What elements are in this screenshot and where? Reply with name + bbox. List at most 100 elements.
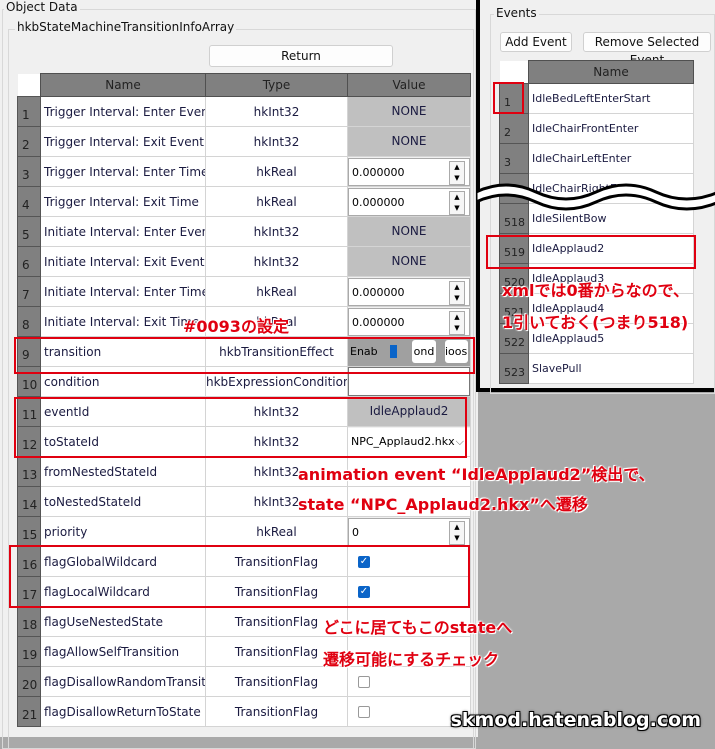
- row-number[interactable]: 3: [17, 156, 41, 187]
- object-data-title: Object Data: [4, 0, 80, 14]
- row-number[interactable]: 15: [17, 516, 41, 547]
- remove-selected-event-button[interactable]: Remove Selected Event: [583, 32, 711, 67]
- row-number[interactable]: 20: [17, 666, 41, 697]
- row-name: flagDisallowRandomTransition: [40, 666, 206, 697]
- return-button[interactable]: Return: [209, 45, 393, 67]
- row-number[interactable]: 7: [17, 276, 41, 307]
- event-row[interactable]: 1 IdleBedLeftEnterStart: [499, 83, 694, 114]
- row-value[interactable]: NONE: [347, 216, 471, 247]
- row-name: Trigger Interval: Exit Time: [40, 186, 206, 217]
- transition-array-title: hkbStateMachineTransitionInfoArray: [15, 20, 237, 34]
- row-name: Initiate Interval: Exit Event Id: [40, 246, 206, 277]
- annotation-setting: #0093の設定: [183, 317, 289, 336]
- row-name: flagDisallowReturnToState: [40, 696, 206, 727]
- annotation-state-transition: state “NPC_Applaud2.hkx”へ遷移: [298, 495, 588, 514]
- value-display[interactable]: NONE: [348, 97, 470, 126]
- value-spinbox[interactable]: 0.000000 ▲ ▼: [348, 277, 470, 306]
- event-number[interactable]: 2: [499, 113, 529, 144]
- table-row[interactable]: 3 Trigger Interval: Enter Time hkReal 0.000…: [17, 156, 471, 187]
- row-type: hkReal: [205, 516, 348, 547]
- checkbox-unchecked[interactable]: [358, 706, 370, 718]
- row-type: hkInt32: [205, 126, 348, 157]
- annotation-xml-zero: xmlでは0番からなので、: [502, 281, 689, 300]
- column-header-value[interactable]: Value: [347, 73, 471, 97]
- value-display[interactable]: NONE: [348, 217, 470, 246]
- row-value[interactable]: 0.000000 ▲ ▼: [347, 276, 471, 307]
- value-text: 0.000000: [352, 285, 405, 299]
- column-header-type[interactable]: Type: [205, 73, 348, 97]
- row-type: hkInt32: [205, 96, 348, 127]
- event-row[interactable]: 3 IdleChairLeftEnter: [499, 143, 694, 174]
- event-name[interactable]: IdleChairFrontEnter: [528, 113, 694, 144]
- column-header-name[interactable]: Name: [528, 60, 694, 84]
- row-name: Trigger Interval: Exit Event Id: [40, 126, 206, 157]
- row-name: Initiate Interval: Enter Time: [40, 276, 206, 307]
- event-number[interactable]: 523: [499, 353, 529, 384]
- table-row[interactable]: 20flagDisallowRandomTransitionTransition…: [17, 666, 471, 697]
- value-text: 0: [352, 525, 359, 539]
- value-spinbox[interactable]: 0 ▲ ▼: [348, 517, 470, 546]
- row-number[interactable]: 14: [17, 486, 41, 517]
- row-number[interactable]: 1: [17, 96, 41, 127]
- event-name[interactable]: IdleChairLeftEnter: [528, 143, 694, 174]
- row-number[interactable]: 13: [17, 456, 41, 487]
- table-row[interactable]: 2 Trigger Interval: Exit Event Id hkInt32 N…: [17, 126, 471, 157]
- annotation-event-detect: animation event “IdleApplaud2”検出で、: [298, 465, 655, 484]
- spin-arrows-icon[interactable]: ▲ ▼: [449, 160, 465, 185]
- row-value[interactable]: NONE: [347, 126, 471, 157]
- row-value[interactable]: 0 ▲ ▼: [347, 516, 471, 547]
- spin-arrows-icon[interactable]: ▲ ▼: [449, 310, 465, 335]
- table-row[interactable]: 5Initiate Interval: Enter Event IdhkInt3…: [17, 216, 471, 247]
- row-name: Initiate Interval: Exit Time: [40, 306, 206, 337]
- spin-arrows-icon[interactable]: ▲ ▼: [449, 190, 465, 215]
- events-panel: Events Add Event Remove Selected Event N…: [476, 0, 715, 394]
- row-value[interactable]: [347, 666, 471, 697]
- row-value[interactable]: 0.000000 ▲ ▼: [347, 186, 471, 217]
- row-number[interactable]: 18: [17, 606, 41, 637]
- row-number[interactable]: 19: [17, 636, 41, 667]
- row-type: hkInt32: [205, 216, 348, 247]
- table-row[interactable]: 4 Trigger Interval: Exit Time hkReal 0.0000…: [17, 186, 471, 217]
- table-row[interactable]: 21 flagDisallowReturnToState TransitionFla…: [17, 696, 471, 727]
- value-display[interactable]: NONE: [348, 127, 470, 156]
- table-row[interactable]: 15 priority hkReal 0 ▲ ▼: [17, 516, 471, 547]
- row-name: fromNestedStateId: [40, 456, 206, 487]
- row-number[interactable]: 21: [17, 696, 41, 727]
- highlight-event-519: [486, 235, 696, 269]
- row-type: TransitionFlag: [205, 696, 348, 727]
- value-spinbox[interactable]: 0.000000 ▲ ▼: [348, 187, 470, 216]
- spin-arrows-icon[interactable]: ▲ ▼: [449, 520, 465, 545]
- row-number[interactable]: 2: [17, 126, 41, 157]
- row-value[interactable]: NONE: [347, 96, 471, 127]
- event-number[interactable]: 3: [499, 143, 529, 174]
- event-name[interactable]: SlavePull: [528, 353, 694, 384]
- break-wave-icon: [476, 183, 715, 211]
- table-row[interactable]: 7 Initiate Interval: Enter Time hkReal 0.00…: [17, 276, 471, 307]
- row-number[interactable]: 5: [17, 216, 41, 247]
- value-text: 0.000000: [352, 165, 405, 179]
- row-value[interactable]: 0.000000 ▲ ▼: [347, 156, 471, 187]
- value-spinbox[interactable]: 0.000000 ▲ ▼: [348, 307, 470, 336]
- value-spinbox[interactable]: 0.000000 ▲ ▼: [348, 157, 470, 186]
- column-header-name[interactable]: Name: [40, 73, 206, 97]
- row-number[interactable]: 8: [17, 306, 41, 337]
- value-display[interactable]: NONE: [348, 247, 470, 276]
- row-value[interactable]: 0.000000 ▲ ▼: [347, 306, 471, 337]
- annotation-check: 遷移可能にするチェック: [323, 650, 500, 669]
- spin-arrows-icon[interactable]: ▲ ▼: [449, 280, 465, 305]
- corner-cell: [17, 73, 41, 97]
- event-row[interactable]: 523 SlavePull: [499, 353, 694, 384]
- add-event-button[interactable]: Add Event: [500, 32, 572, 52]
- highlight-event-state: [14, 397, 467, 458]
- row-name: flagUseNestedState: [40, 606, 206, 637]
- annotation-minus-one: 1引いておく(つまり518): [502, 313, 689, 332]
- highlight-transition: [14, 337, 475, 374]
- row-number[interactable]: 6: [17, 246, 41, 277]
- event-row[interactable]: 2 IdleChairFrontEnter: [499, 113, 694, 144]
- table-row[interactable]: 1Trigger Interval: Enter Event IdhkInt32…: [17, 96, 471, 127]
- row-value[interactable]: NONE: [347, 246, 471, 277]
- table-row[interactable]: 6 Initiate Interval: Exit Event Id hkInt32…: [17, 246, 471, 277]
- checkbox-unchecked[interactable]: [358, 676, 370, 688]
- event-name[interactable]: IdleBedLeftEnterStart: [528, 83, 694, 114]
- row-number[interactable]: 4: [17, 186, 41, 217]
